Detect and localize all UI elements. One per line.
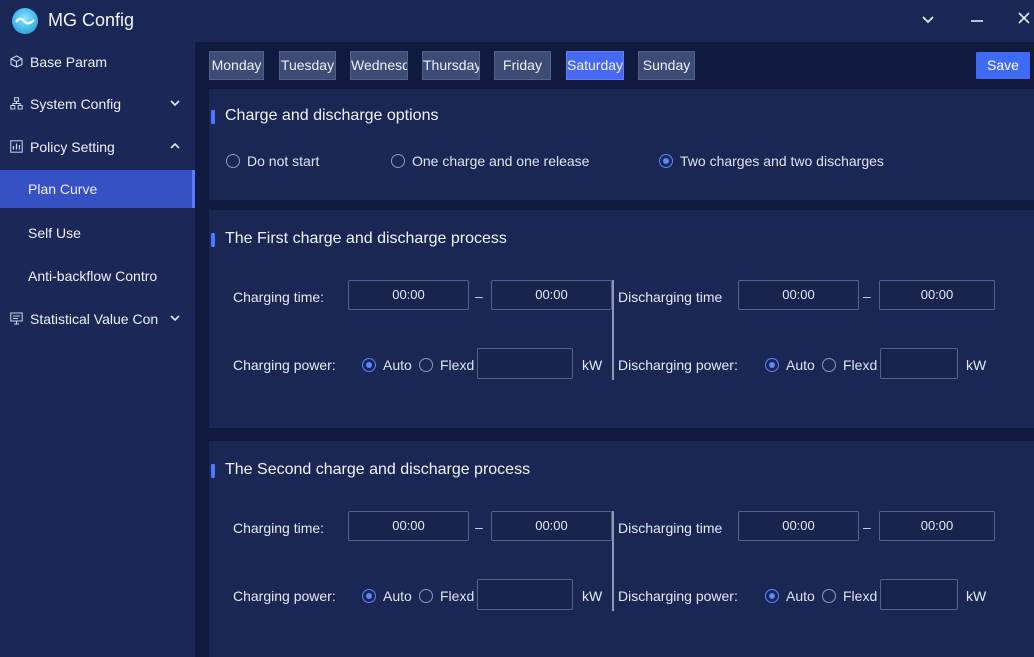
discharging-time-label: Discharging time xyxy=(618,520,723,536)
charging-time-label: Charging time: xyxy=(233,289,325,305)
sidebar-item-self-use[interactable]: Self Use xyxy=(0,213,195,253)
chevron-up-icon xyxy=(169,139,181,151)
chart-icon xyxy=(10,140,24,154)
tab-thursday[interactable]: Thursday xyxy=(422,51,480,80)
charging-power-input[interactable] xyxy=(477,348,573,379)
radio-selected-icon xyxy=(362,358,376,372)
discharge-end-time-input[interactable]: 00:00 xyxy=(879,511,995,541)
first-process-panel: The First charge and discharge process C… xyxy=(209,210,1034,428)
discharging-power-fixed-radio[interactable]: Flexd xyxy=(822,588,877,604)
dash-separator: – xyxy=(475,519,483,535)
options-panel: Charge and discharge options Do not star… xyxy=(209,89,1034,200)
monitor-icon xyxy=(10,312,24,326)
panel-title: Charge and discharge options xyxy=(210,107,439,124)
charging-power-input[interactable] xyxy=(477,579,573,610)
discharge-end-time-input[interactable]: 00:00 xyxy=(879,280,995,310)
tab-sunday[interactable]: Sunday xyxy=(638,51,695,80)
radio-selected-icon xyxy=(765,358,779,372)
charging-power-auto-radio[interactable]: Auto xyxy=(362,357,412,373)
sidebar-item-label: Policy Setting xyxy=(30,139,115,155)
divider xyxy=(612,280,614,380)
charging-power-fixed-radio[interactable]: Flexd xyxy=(419,357,474,373)
unit-label: kW xyxy=(582,357,603,373)
charging-power-label: Charging power: xyxy=(233,588,336,604)
sidebar-item-base-param[interactable]: Base Param xyxy=(0,42,195,82)
chevron-down-icon[interactable] xyxy=(916,10,940,32)
radio-do-not-start[interactable]: Do not start xyxy=(226,153,319,169)
panel-title: The Second charge and discharge process xyxy=(210,461,531,478)
radio-circle-icon xyxy=(226,154,240,168)
discharging-power-label: Discharging power: xyxy=(618,357,738,373)
radio-two-charges-two-discharges[interactable]: Two charges and two discharges xyxy=(659,153,884,169)
sidebar-item-label: Base Param xyxy=(30,54,108,70)
sidebar-item-label: System Config xyxy=(30,96,122,112)
radio-selected-icon xyxy=(659,154,673,168)
charging-power-auto-radio[interactable]: Auto xyxy=(362,588,412,604)
radio-selected-icon xyxy=(362,589,376,603)
tab-friday[interactable]: Friday xyxy=(494,51,551,80)
radio-circle-icon xyxy=(822,358,836,372)
charging-power-fixed-radio[interactable]: Flexd xyxy=(419,588,474,604)
sidebar-item-label: Statistical Value Con xyxy=(30,311,159,327)
discharging-power-fixed-radio[interactable]: Flexd xyxy=(822,357,877,373)
close-button[interactable] xyxy=(1012,10,1034,32)
unit-label: kW xyxy=(966,588,987,604)
tab-tuesday[interactable]: Tuesday xyxy=(279,51,336,80)
discharging-power-input[interactable] xyxy=(880,348,958,379)
discharging-power-auto-radio[interactable]: Auto xyxy=(765,357,815,373)
radio-circle-icon xyxy=(419,589,433,603)
charge-start-time-input[interactable]: 00:00 xyxy=(348,280,469,310)
sidebar-item-plan-curve[interactable]: Plan Curve xyxy=(0,170,195,208)
sidebar-item-statistical-value[interactable]: Statistical Value Con xyxy=(0,299,195,339)
sidebar-item-label: Plan Curve xyxy=(28,181,98,197)
sidebar: Base Param System Config Policy Setting … xyxy=(0,42,195,657)
discharging-power-label: Discharging power: xyxy=(618,588,738,604)
charging-power-label: Charging power: xyxy=(233,357,336,373)
sidebar-item-label: Self Use xyxy=(28,225,81,241)
sidebar-item-system-config[interactable]: System Config xyxy=(0,84,195,124)
charge-end-time-input[interactable]: 00:00 xyxy=(491,511,612,541)
radio-circle-icon xyxy=(391,154,405,168)
dash-separator: – xyxy=(475,288,483,304)
panel-title: The First charge and discharge process xyxy=(211,230,507,247)
minimize-button[interactable] xyxy=(965,10,989,32)
discharging-time-label: Discharging time xyxy=(618,289,723,305)
discharge-start-time-input[interactable]: 00:00 xyxy=(738,511,859,541)
dash-separator: – xyxy=(863,288,871,304)
charge-start-time-input[interactable]: 00:00 xyxy=(348,511,469,541)
sidebar-item-policy-setting[interactable]: Policy Setting xyxy=(0,127,195,167)
unit-label: kW xyxy=(966,357,987,373)
sidebar-item-label: Anti-backflow Contro xyxy=(28,268,158,284)
dash-separator: – xyxy=(863,519,871,535)
second-process-panel: The Second charge and discharge process … xyxy=(209,441,1034,657)
title-bar: MG Config xyxy=(0,0,1034,42)
network-icon xyxy=(10,97,24,111)
tab-wednesday[interactable]: Wednesda xyxy=(350,51,408,80)
sidebar-item-anti-backflow[interactable]: Anti-backflow Contro xyxy=(0,256,195,296)
discharging-power-input[interactable] xyxy=(880,579,958,610)
radio-one-charge-one-release[interactable]: One charge and one release xyxy=(391,153,589,169)
chevron-down-icon xyxy=(169,311,181,323)
divider xyxy=(612,511,614,611)
app-logo-icon xyxy=(12,8,38,34)
app-title: MG Config xyxy=(48,10,135,30)
discharging-power-auto-radio[interactable]: Auto xyxy=(765,588,815,604)
main-content: Monday Tuesday Wednesda Thursday Friday … xyxy=(195,42,1034,657)
save-button[interactable]: Save xyxy=(976,52,1030,79)
unit-label: kW xyxy=(582,588,603,604)
charging-time-label: Charging time: xyxy=(233,520,325,536)
charge-end-time-input[interactable]: 00:00 xyxy=(491,280,612,310)
chevron-down-icon xyxy=(169,96,181,108)
cube-icon xyxy=(10,55,24,69)
radio-circle-icon xyxy=(419,358,433,372)
tab-monday[interactable]: Monday xyxy=(209,51,264,80)
tab-saturday[interactable]: Saturday xyxy=(566,51,624,80)
radio-circle-icon xyxy=(822,589,836,603)
radio-selected-icon xyxy=(765,589,779,603)
discharge-start-time-input[interactable]: 00:00 xyxy=(738,280,859,310)
